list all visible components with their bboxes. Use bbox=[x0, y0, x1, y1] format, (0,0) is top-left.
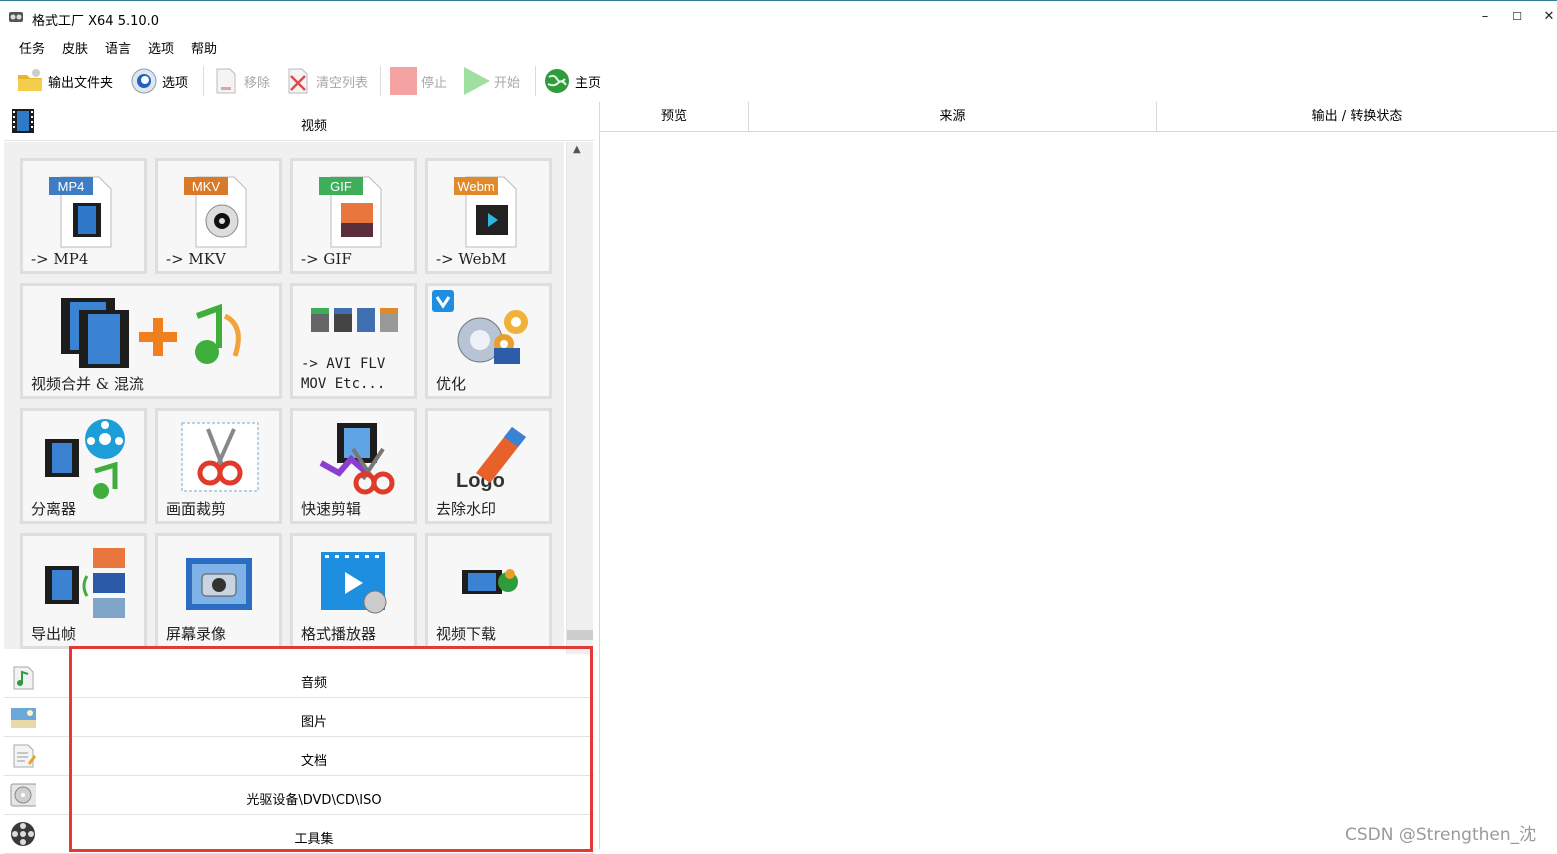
output-folder-button[interactable]: 输出文件夹 bbox=[16, 65, 113, 97]
minimize-button[interactable]: – bbox=[1470, 7, 1500, 27]
merge-video-audio-icon bbox=[61, 298, 241, 368]
remove-button[interactable]: 移除 bbox=[212, 65, 270, 97]
tile-scrollbar[interactable]: ▲ bbox=[566, 142, 593, 654]
column-preview[interactable]: 预览 bbox=[600, 102, 749, 132]
app-icon bbox=[9, 12, 23, 22]
scroll-up-arrow-icon[interactable]: ▲ bbox=[573, 144, 581, 155]
category-image[interactable]: 图片 bbox=[4, 698, 594, 737]
crop-scissors-icon bbox=[181, 422, 259, 492]
title-bar: 格式工厂 X64 5.10.0 – ☐ ✕ bbox=[0, 0, 1557, 35]
splitter-icon bbox=[45, 419, 125, 499]
stop-button[interactable]: 停止 bbox=[389, 65, 447, 97]
video-tool-grid: MP4 -> MP4 MKV -> MKV GIF -> GIF Webm ->… bbox=[4, 142, 564, 649]
mp4-badge: MP4 bbox=[58, 179, 85, 194]
play-icon bbox=[464, 67, 490, 95]
tile-merge-mux[interactable]: 视频合并 & 混流 bbox=[20, 283, 282, 399]
export-frames-icon bbox=[45, 548, 125, 618]
menu-options[interactable]: 选项 bbox=[148, 38, 174, 57]
stop-icon bbox=[390, 67, 417, 95]
maximize-button[interactable]: ☐ bbox=[1502, 7, 1532, 27]
tile-export-frames[interactable]: 导出帧 bbox=[20, 533, 147, 649]
task-list[interactable]: 预览 来源 输出 / 转换状态 bbox=[599, 102, 1557, 849]
format-thumbnails-icon bbox=[311, 308, 398, 332]
mkv-badge: MKV bbox=[192, 179, 221, 194]
menu-bar: 任务 皮肤 语言 选项 帮助 bbox=[0, 34, 1557, 60]
tile-video-download[interactable]: 视频下载 bbox=[425, 533, 552, 649]
media-player-icon bbox=[321, 552, 387, 614]
tile-to-webm[interactable]: Webm -> WebM bbox=[425, 158, 552, 274]
webm-file-icon: Webm bbox=[454, 176, 517, 248]
home-button[interactable]: 主页 bbox=[543, 65, 601, 97]
toolbar-separator bbox=[380, 66, 381, 96]
tile-to-mp4[interactable]: MP4 -> MP4 bbox=[20, 158, 147, 274]
gif-badge: GIF bbox=[330, 179, 352, 194]
toolbar-separator bbox=[203, 66, 204, 96]
category-audio[interactable]: 音频 bbox=[4, 659, 594, 698]
tile-screen-record[interactable]: 屏幕录像 bbox=[155, 533, 282, 649]
category-tools[interactable]: 工具集 bbox=[4, 815, 594, 854]
vip-badge-icon bbox=[432, 290, 454, 312]
menu-task[interactable]: 任务 bbox=[19, 38, 45, 57]
menu-help[interactable]: 帮助 bbox=[191, 38, 217, 57]
scroll-thumb[interactable] bbox=[567, 630, 593, 640]
quick-clip-icon bbox=[319, 423, 395, 495]
column-output-status[interactable]: 输出 / 转换状态 bbox=[1157, 102, 1557, 132]
clear-list-icon bbox=[288, 68, 308, 94]
tile-to-gif[interactable]: GIF -> GIF bbox=[290, 158, 417, 274]
webm-badge: Webm bbox=[457, 179, 494, 194]
mkv-file-icon: MKV bbox=[184, 176, 247, 248]
window-title: 格式工厂 X64 5.10.0 bbox=[32, 14, 160, 29]
clear-list-button[interactable]: 清空列表 bbox=[284, 65, 368, 97]
options-gear-icon bbox=[131, 68, 157, 94]
tile-to-mkv[interactable]: MKV -> MKV bbox=[155, 158, 282, 274]
tile-quick-clip[interactable]: 快速剪辑 bbox=[290, 408, 417, 524]
tile-optimize[interactable]: 优化 bbox=[425, 283, 552, 399]
mp4-file-icon: MP4 bbox=[49, 176, 112, 248]
menu-skin[interactable]: 皮肤 bbox=[62, 38, 88, 57]
category-document[interactable]: 文档 bbox=[4, 737, 594, 776]
optimize-gears-icon bbox=[457, 310, 528, 364]
watermark-text: CSDN @Strengthen_沈 bbox=[1345, 825, 1537, 845]
tile-splitter[interactable]: 分离器 bbox=[20, 408, 147, 524]
options-button[interactable]: 选项 bbox=[130, 65, 188, 97]
video-download-icon bbox=[462, 569, 518, 594]
gif-file-icon: GIF bbox=[319, 176, 382, 248]
tile-other-formats[interactable]: -> AVI FLV MOV Etc... bbox=[290, 283, 417, 399]
document-remove-icon bbox=[216, 68, 236, 94]
tile-crop[interactable]: 画面裁剪 bbox=[155, 408, 282, 524]
start-button[interactable]: 开始 bbox=[462, 65, 520, 97]
toolbar-separator bbox=[535, 66, 536, 96]
globe-icon bbox=[545, 69, 569, 93]
eraser-logo-icon: Logo bbox=[456, 427, 526, 492]
screen-record-icon bbox=[186, 558, 252, 610]
menu-language[interactable]: 语言 bbox=[105, 38, 131, 57]
category-panel: 视频 MP4 -> MP4 MKV -> MKV GIF -> GIF Webm… bbox=[4, 102, 594, 854]
close-button[interactable]: ✕ bbox=[1534, 7, 1557, 27]
tile-player[interactable]: 格式播放器 bbox=[290, 533, 417, 649]
toolbar: 输出文件夹 选项 移除 清空列表 停止 开始 主页 bbox=[0, 60, 1557, 102]
column-source[interactable]: 来源 bbox=[749, 102, 1157, 132]
folder-icon bbox=[18, 69, 42, 91]
category-video[interactable]: 视频 bbox=[4, 102, 594, 141]
tile-remove-logo[interactable]: Logo 去除水印 bbox=[425, 408, 552, 524]
category-disc[interactable]: 光驱设备\DVD\CD\ISO bbox=[4, 776, 594, 815]
